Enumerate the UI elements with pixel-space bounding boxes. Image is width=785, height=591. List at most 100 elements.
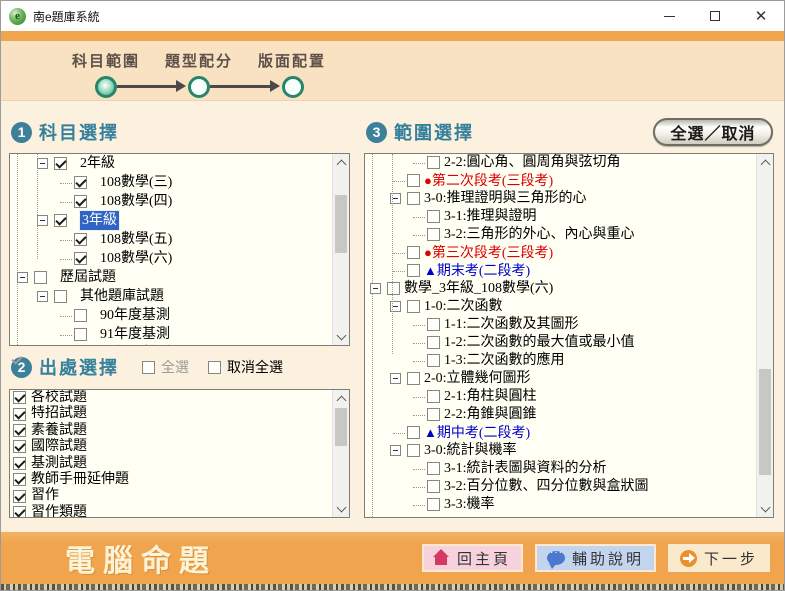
checkbox[interactable]: [13, 391, 26, 404]
select-all-checkbox-box[interactable]: [142, 361, 155, 374]
checkbox[interactable]: [427, 156, 440, 169]
checkbox[interactable]: [13, 490, 26, 503]
checkbox[interactable]: [54, 290, 67, 303]
checkbox[interactable]: [427, 228, 440, 241]
checkbox[interactable]: [427, 318, 440, 331]
checkbox[interactable]: [74, 309, 87, 322]
checkbox[interactable]: [407, 300, 420, 313]
tree-item[interactable]: 91年度基測: [10, 325, 332, 344]
checkbox[interactable]: [427, 336, 440, 349]
source-list-scrollbar[interactable]: [332, 390, 349, 517]
subject-tree-scrollbar[interactable]: [332, 154, 349, 345]
expander-minus-icon[interactable]: [17, 272, 28, 283]
tree-item[interactable]: 其他題庫試題: [10, 287, 332, 306]
scrollbar-thumb[interactable]: [759, 369, 771, 475]
tree-item[interactable]: 3-2:百分位數、四分位數與盒狀圖: [365, 478, 756, 496]
checkbox[interactable]: [427, 498, 440, 511]
scrollbar-thumb[interactable]: [335, 408, 347, 446]
tree-item[interactable]: 2-1:角柱與圓柱: [365, 388, 756, 406]
checkbox[interactable]: [74, 195, 87, 208]
checkbox[interactable]: [407, 192, 420, 205]
tree-item[interactable]: 108數學(四): [10, 192, 332, 211]
tree-item[interactable]: ●第二次段考(三段考): [365, 172, 756, 190]
checkbox[interactable]: [427, 354, 440, 367]
checkbox[interactable]: [427, 480, 440, 493]
list-item[interactable]: 國際試題: [10, 439, 332, 455]
tree-item[interactable]: 3-0:推理證明與三角形的心: [365, 190, 756, 208]
checkbox[interactable]: [427, 390, 440, 403]
tree-item[interactable]: 108數學(五): [10, 230, 332, 249]
tree-item[interactable]: 3年級: [10, 211, 332, 230]
tree-item[interactable]: 3-1:推理與證明: [365, 208, 756, 226]
checkbox[interactable]: [13, 440, 26, 453]
checkbox[interactable]: [407, 246, 420, 259]
tree-item[interactable]: 108數學(三): [10, 173, 332, 192]
tree-item[interactable]: 歷屆試題: [10, 268, 332, 287]
checkbox[interactable]: [13, 473, 26, 486]
tree-item[interactable]: 108數學(六): [10, 249, 332, 268]
checkbox[interactable]: [34, 271, 47, 284]
expander-minus-icon[interactable]: [370, 283, 381, 294]
tree-item[interactable]: 2-2:角錐與圓錐: [365, 406, 756, 424]
tree-item[interactable]: 92年度基測: [10, 344, 332, 345]
checkbox[interactable]: [427, 462, 440, 475]
range-tree-scrollbar[interactable]: [756, 154, 773, 517]
expander-minus-icon[interactable]: [390, 193, 401, 204]
tree-item[interactable]: 3-2:三角形的外心、內心與重心: [365, 226, 756, 244]
list-item[interactable]: 特招試題: [10, 406, 332, 422]
checkbox[interactable]: [407, 444, 420, 457]
list-item[interactable]: 教師手冊延伸題: [10, 472, 332, 488]
checkbox[interactable]: [74, 233, 87, 246]
checkbox[interactable]: [407, 264, 420, 277]
list-item[interactable]: 各校試題: [10, 390, 332, 406]
tree-item[interactable]: 3-1:統計表圖與資料的分析: [365, 460, 756, 478]
scroll-up-icon[interactable]: [333, 154, 349, 170]
list-item[interactable]: 習作: [10, 488, 332, 504]
list-item[interactable]: 基測試題: [10, 456, 332, 472]
checkbox[interactable]: [13, 424, 26, 437]
expander-minus-icon[interactable]: [37, 215, 48, 226]
home-button[interactable]: 回主頁: [422, 544, 523, 572]
checkbox[interactable]: [74, 176, 87, 189]
tree-item[interactable]: 3-3:機率: [365, 496, 756, 514]
minimize-button[interactable]: [646, 1, 692, 31]
deselect-all-checkbox-box[interactable]: [208, 361, 221, 374]
tree-item[interactable]: 1-1:二次函數及其圖形: [365, 316, 756, 334]
tree-item[interactable]: 1-2:二次函數的最大值或最小值: [365, 334, 756, 352]
checkbox[interactable]: [407, 174, 420, 187]
scroll-up-icon[interactable]: [333, 390, 349, 406]
tree-item[interactable]: 1-0:二次函數: [365, 298, 756, 316]
checkbox[interactable]: [54, 157, 67, 170]
scroll-up-icon[interactable]: [757, 154, 773, 170]
tree-item[interactable]: 2-2:圓心角、圓周角與弦切角: [365, 154, 756, 172]
list-item[interactable]: 素養試題: [10, 423, 332, 439]
checkbox[interactable]: [54, 214, 67, 227]
scroll-down-icon[interactable]: [333, 501, 349, 517]
checkbox[interactable]: [387, 282, 400, 295]
select-toggle-button[interactable]: 全選／取消: [653, 118, 773, 146]
tree-item[interactable]: ▲期末考(二段考): [365, 262, 756, 280]
maximize-button[interactable]: [692, 1, 738, 31]
checkbox[interactable]: [13, 408, 26, 421]
checkbox[interactable]: [74, 252, 87, 265]
scroll-down-icon[interactable]: [757, 501, 773, 517]
checkbox[interactable]: [427, 408, 440, 421]
expander-minus-icon[interactable]: [37, 158, 48, 169]
tree-item[interactable]: 數學_3年級_108數學(六): [365, 280, 756, 298]
tree-item[interactable]: 90年度基測: [10, 306, 332, 325]
tree-item[interactable]: 2年級: [10, 154, 332, 173]
expander-minus-icon[interactable]: [390, 445, 401, 456]
close-button[interactable]: ✕: [738, 1, 784, 31]
select-all-checkbox[interactable]: 全選: [142, 357, 189, 377]
scroll-down-icon[interactable]: [333, 329, 349, 345]
checkbox[interactable]: [427, 210, 440, 223]
tree-item[interactable]: 2-0:立體幾何圖形: [365, 370, 756, 388]
tree-item[interactable]: ●第三次段考(三段考): [365, 244, 756, 262]
checkbox[interactable]: [407, 426, 420, 439]
help-button[interactable]: 輔助說明: [535, 544, 656, 572]
expander-minus-icon[interactable]: [37, 291, 48, 302]
tree-item[interactable]: 1-3:二次函數的應用: [365, 352, 756, 370]
tree-item[interactable]: 3-0:統計與機率: [365, 442, 756, 460]
checkbox[interactable]: [13, 457, 26, 470]
next-step-button[interactable]: 下一步: [668, 544, 770, 572]
